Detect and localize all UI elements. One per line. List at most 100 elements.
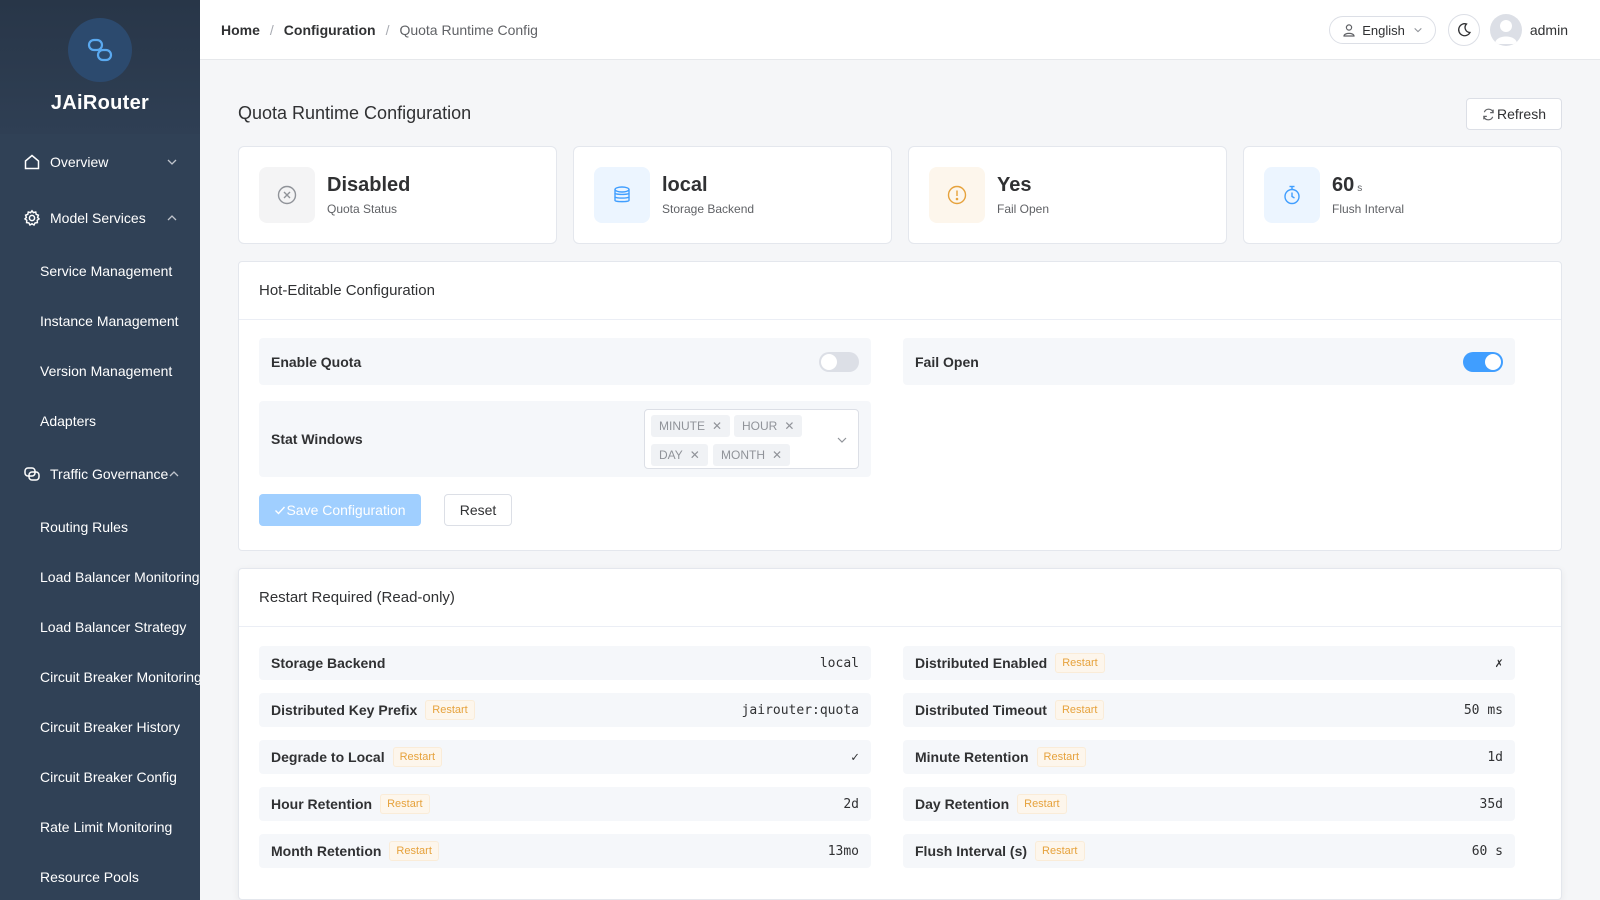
- chevron-up-icon: [167, 215, 177, 221]
- enable-quota-switch[interactable]: [819, 351, 859, 372]
- sidebar-menu: Overview Model Services Service Manageme…: [0, 134, 200, 900]
- brand-logo-icon: [68, 18, 132, 82]
- sidebar-group-overview[interactable]: Overview: [0, 134, 200, 190]
- restart-required-card: Restart Required (Read-only) Storage Bac…: [238, 568, 1562, 900]
- tag-hour: HOUR ✕: [734, 415, 803, 437]
- language-label: English: [1362, 22, 1405, 38]
- sidebar-item-load-balancer-monitoring[interactable]: Load Balancer Monitoring: [0, 552, 200, 602]
- check-mark-icon: ✓: [851, 749, 859, 765]
- ro-row-flush-interval: Flush Interval (s) Restart 60 s: [903, 834, 1515, 868]
- tag-minute: MINUTE ✕: [651, 415, 731, 437]
- tag-label: DAY: [659, 448, 683, 462]
- fail-open-label: Fail Open: [915, 353, 979, 370]
- traffic-icon: [22, 464, 42, 484]
- circle-x-icon: [259, 167, 315, 223]
- theme-toggle-button[interactable]: [1447, 14, 1480, 46]
- sidebar-item-circuit-breaker-config[interactable]: Circuit Breaker Config: [0, 752, 200, 802]
- breadcrumb: Home / Configuration / Quota Runtime Con…: [221, 22, 538, 38]
- tag-label: MINUTE: [659, 419, 705, 433]
- ro-label: Flush Interval (s): [915, 843, 1028, 859]
- stat-cards: Disabled Quota Status local Storage Back…: [238, 146, 1562, 244]
- ro-value: 1d: [1487, 749, 1503, 765]
- fail-open-row: Fail Open: [903, 338, 1515, 385]
- stat-value: local: [662, 174, 708, 196]
- ro-row-storage-backend: Storage Backend local: [259, 646, 871, 680]
- hot-editable-card: Hot-Editable Configuration Enable Quota …: [238, 261, 1562, 551]
- brand: JAiRouter: [0, 0, 200, 134]
- stat-card-quota-status: Disabled Quota Status: [238, 146, 557, 244]
- chevron-up-icon: [169, 471, 179, 477]
- stat-value: Yes: [997, 174, 1032, 196]
- stat-windows-select[interactable]: MINUTE ✕ HOUR ✕ DAY ✕ MONTH ✕: [644, 409, 859, 469]
- ro-value: jairouter:quota: [741, 702, 859, 718]
- chevron-down-icon: [1414, 27, 1422, 33]
- stat-label: Quota Status: [327, 202, 398, 216]
- tag-close-icon[interactable]: ✕: [712, 419, 722, 433]
- sidebar: JAiRouter Overview Model Services Servic…: [0, 0, 200, 900]
- user-avatar-icon: [1494, 20, 1517, 44]
- sidebar-item-resource-pools[interactable]: Resource Pools: [0, 852, 200, 900]
- stat-card-storage-backend: local Storage Backend: [573, 146, 892, 244]
- stat-windows-label: Stat Windows: [271, 431, 363, 447]
- restart-badge: Restart: [1036, 747, 1087, 767]
- refresh-button[interactable]: Refresh: [1465, 98, 1562, 130]
- avatar[interactable]: [1489, 14, 1522, 46]
- tag-close-icon[interactable]: ✕: [772, 448, 782, 462]
- sidebar-item-adapters[interactable]: Adapters: [0, 396, 200, 446]
- restart-badge: Restart: [1017, 794, 1067, 814]
- stat-label: Storage Backend: [662, 202, 755, 216]
- fail-open-switch[interactable]: [1463, 351, 1503, 372]
- tag-label: MONTH: [721, 448, 765, 462]
- ro-row-hour-retention: Hour Retention Restart 2d: [259, 787, 871, 821]
- breadcrumb-separator: /: [269, 21, 274, 38]
- reset-button[interactable]: Reset: [444, 494, 512, 526]
- top-header: Home / Configuration / Quota Runtime Con…: [200, 0, 1600, 60]
- stat-value: 60 s: [1332, 174, 1404, 196]
- sidebar-item-routing-rules[interactable]: Routing Rules: [0, 502, 200, 552]
- sidebar-item-circuit-breaker-history[interactable]: Circuit Breaker History: [0, 702, 200, 752]
- main-content: Quota Runtime Configuration Refresh Disa…: [200, 60, 1600, 900]
- restart-required-title: Restart Required (Read-only): [239, 569, 1561, 627]
- sidebar-item-load-balancer-strategy[interactable]: Load Balancer Strategy: [0, 602, 200, 652]
- stat-windows-row: Stat Windows MINUTE ✕ HOUR ✕ DAY ✕ MONTH ✕: [259, 401, 871, 477]
- stat-value: Disabled: [327, 174, 411, 196]
- ro-value: 13mo: [827, 843, 859, 859]
- brand-name: JAiRouter: [50, 92, 150, 114]
- breadcrumb-configuration[interactable]: Configuration: [284, 22, 376, 38]
- sidebar-item-circuit-breaker-monitoring[interactable]: Circuit Breaker Monitoring: [0, 652, 200, 702]
- sidebar-item-rate-limit-monitoring[interactable]: Rate Limit Monitoring: [0, 802, 200, 852]
- timer-icon: [1264, 167, 1320, 223]
- ro-label: Storage Backend: [271, 655, 386, 671]
- sidebar-group-label: Model Services: [50, 210, 146, 226]
- tag-close-icon[interactable]: ✕: [784, 419, 794, 433]
- gear-icon: [22, 208, 42, 228]
- restart-badge: Restart: [1054, 700, 1105, 720]
- sidebar-group-traffic-governance[interactable]: Traffic Governance: [0, 446, 200, 502]
- ro-value: 50 ms: [1463, 702, 1503, 718]
- sidebar-item-service-management[interactable]: Service Management: [0, 246, 200, 296]
- restart-badge: Restart: [425, 700, 475, 720]
- ro-row-month-retention: Month Retention Restart 13mo: [259, 834, 871, 868]
- sidebar-item-version-management[interactable]: Version Management: [0, 346, 200, 396]
- page-title: Quota Runtime Configuration: [238, 103, 472, 123]
- ro-label: Distributed Enabled: [915, 655, 1048, 671]
- sidebar-item-instance-management[interactable]: Instance Management: [0, 296, 200, 346]
- ro-row-distributed-enabled: Distributed Enabled Restart ✗: [903, 646, 1515, 680]
- stat-unit: s: [1357, 183, 1363, 194]
- restart-badge: Restart: [1035, 841, 1085, 861]
- warning-icon: [929, 167, 985, 223]
- language-select[interactable]: English: [1329, 16, 1436, 44]
- sidebar-group-model-services[interactable]: Model Services: [0, 190, 200, 246]
- sidebar-group-label: Overview: [50, 154, 109, 170]
- breadcrumb-home[interactable]: Home: [221, 22, 260, 38]
- tag-close-icon[interactable]: ✕: [690, 448, 700, 462]
- ro-row-day-retention: Day Retention Restart 35d: [903, 787, 1515, 821]
- ro-row-degrade-to-local: Degrade to Local Restart ✓: [259, 740, 871, 774]
- save-configuration-button[interactable]: Save Configuration: [259, 494, 421, 526]
- refresh-label: Refresh: [1496, 106, 1546, 122]
- ro-row-minute-retention: Minute Retention Restart 1d: [903, 740, 1515, 774]
- database-icon: [594, 167, 650, 223]
- restart-badge: Restart: [389, 841, 439, 861]
- stat-label: Fail Open: [997, 202, 1050, 216]
- user-name[interactable]: admin: [1530, 22, 1568, 38]
